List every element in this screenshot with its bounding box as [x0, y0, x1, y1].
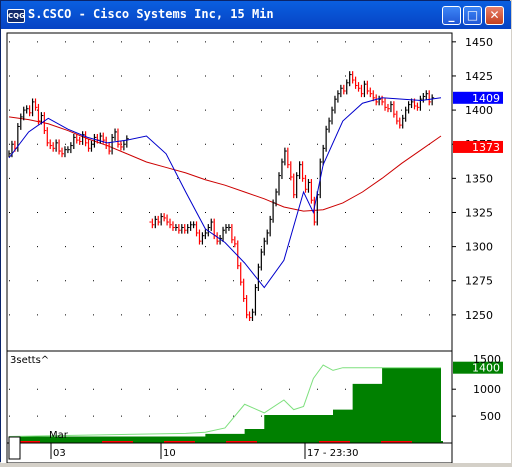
- slow-ma-label: 1373: [472, 141, 500, 154]
- price-panel[interactable]: [6, 32, 453, 352]
- ind-tick-label-500: 500: [480, 410, 501, 423]
- time-axis-panel[interactable]: [6, 442, 453, 464]
- price-axis: 125012751300132513501375140014251450: [452, 36, 493, 322]
- tick-label-1350: 1350: [465, 172, 493, 185]
- tick-label-1450: 1450: [465, 36, 493, 49]
- minimize-button[interactable]: _: [442, 6, 461, 25]
- tick-label-1250: 1250: [465, 309, 493, 322]
- time-label-3: 17 - 23:30: [307, 448, 359, 459]
- chart-area[interactable]: 125012751300132513501375140014251450 140…: [1, 29, 511, 464]
- price-labels: 1409 1373: [453, 91, 503, 154]
- tick-label-1325: 1325: [465, 206, 493, 219]
- tick-label-1300: 1300: [465, 241, 493, 254]
- last-price-label: 1409: [472, 92, 500, 105]
- ind-top-tick-label: 1500: [473, 353, 501, 366]
- tick-label-1275: 1275: [465, 275, 493, 288]
- chart-svg[interactable]: 125012751300132513501375140014251450 140…: [1, 29, 511, 464]
- scroll-handle[interactable]: [8, 436, 21, 460]
- window-title: S.CSCO - Cisco Systems Inc, 15 Min: [28, 7, 274, 21]
- ind-tick-label-1000: 1000: [473, 383, 501, 396]
- time-label-1: 03: [53, 448, 66, 459]
- close-button[interactable]: ✕: [485, 6, 504, 25]
- maximize-button[interactable]: □: [463, 6, 482, 25]
- chart-window: CQG S.CSCO - Cisco Systems Inc, 15 Min _…: [0, 0, 511, 464]
- time-label-0: Mar: [49, 430, 69, 441]
- tick-label-1425: 1425: [465, 70, 493, 83]
- indicator-title: 3setts^: [10, 355, 49, 366]
- tick-label-1400: 1400: [465, 104, 493, 117]
- time-label-2: 10: [163, 448, 176, 459]
- title-bar[interactable]: CQG S.CSCO - Cisco Systems Inc, 15 Min _…: [1, 1, 511, 29]
- app-icon[interactable]: CQG: [7, 9, 25, 23]
